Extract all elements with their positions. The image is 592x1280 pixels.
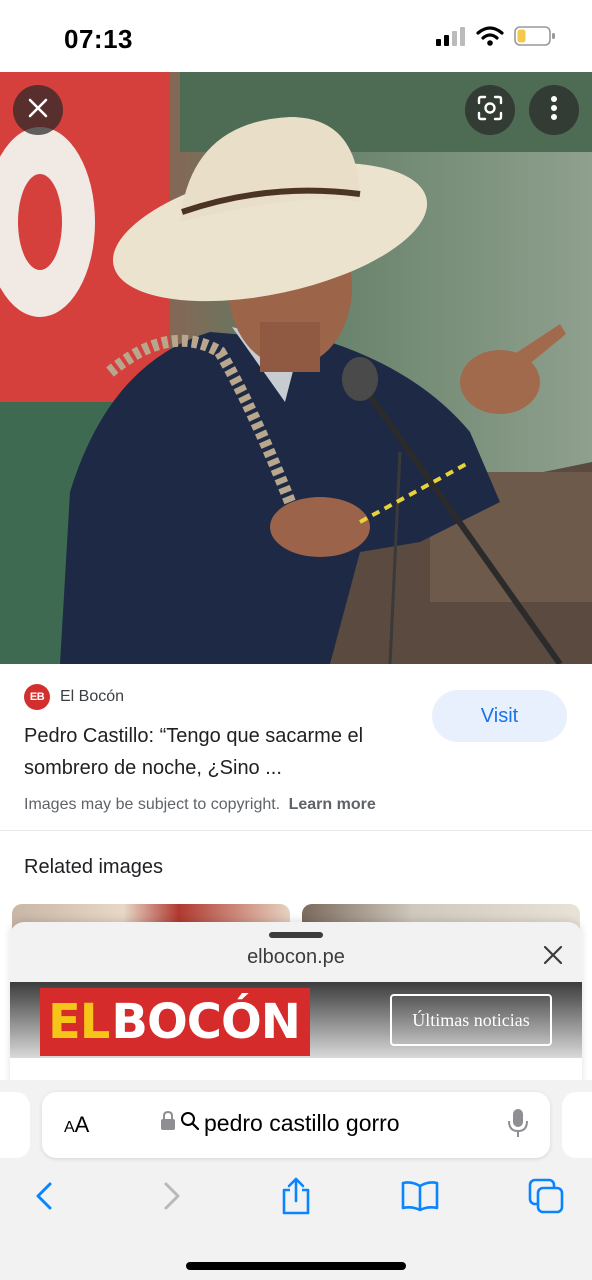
more-options-button[interactable] xyxy=(529,85,579,135)
result-title[interactable]: Pedro Castillo: “Tengo que sacarme el so… xyxy=(24,720,424,784)
next-tab-preview[interactable] xyxy=(562,1092,592,1158)
sheet-close-button[interactable] xyxy=(538,942,568,972)
signal-icon xyxy=(436,26,466,51)
more-icon xyxy=(550,95,558,126)
status-time: 07:13 xyxy=(64,24,133,54)
site-logo[interactable]: EL BOCÓN xyxy=(40,988,310,1056)
book-icon xyxy=(400,1180,440,1217)
reader-aa-button[interactable]: AA xyxy=(64,1112,89,1138)
sheet-drag-handle[interactable] xyxy=(269,932,323,938)
back-button[interactable] xyxy=(22,1176,66,1220)
close-icon xyxy=(27,97,49,124)
address-query: pedro castillo gorro xyxy=(204,1110,400,1136)
photo-illustration xyxy=(0,72,592,664)
ultimas-noticias-button[interactable]: Últimas noticias xyxy=(390,994,552,1046)
result-image[interactable] xyxy=(0,72,592,664)
site-logo-bocon: BOCÓN xyxy=(111,994,301,1050)
status-icons xyxy=(436,26,556,51)
related-images-heading: Related images xyxy=(24,856,163,878)
battery-icon xyxy=(514,26,556,51)
copyright-text: Images may be subject to copyright. xyxy=(24,796,281,813)
tabs-button[interactable] xyxy=(524,1176,568,1220)
home-indicator[interactable] xyxy=(186,1262,406,1270)
share-button[interactable] xyxy=(274,1176,318,1220)
lens-button[interactable] xyxy=(465,85,515,135)
source-name: El Bocón xyxy=(60,688,125,705)
site-logo-el: EL xyxy=(48,994,110,1050)
microphone-icon xyxy=(508,1109,528,1142)
aa-small: A xyxy=(64,1119,75,1136)
close-icon xyxy=(543,945,563,970)
lock-icon xyxy=(160,1110,176,1136)
copyright-notice: Images may be subject to copyright. Lear… xyxy=(24,796,376,814)
browser-toolbar: AA pedro castillo gorro xyxy=(0,1080,592,1280)
microphone-button[interactable] xyxy=(508,1108,528,1143)
close-button[interactable] xyxy=(13,85,63,135)
visit-button[interactable]: Visit xyxy=(432,690,567,742)
lens-icon xyxy=(477,95,503,126)
site-header-banner: EL BOCÓN Últimas noticias xyxy=(10,982,582,1058)
previous-tab-preview[interactable] xyxy=(0,1092,30,1158)
wifi-icon xyxy=(476,26,504,51)
share-icon xyxy=(280,1177,312,1220)
search-icon xyxy=(180,1111,200,1136)
chevron-right-icon xyxy=(162,1181,182,1216)
divider xyxy=(0,830,592,831)
source-logo: EB xyxy=(24,684,50,710)
address-bar[interactable]: AA pedro castillo gorro xyxy=(42,1092,550,1158)
navigation-bar xyxy=(0,1176,592,1220)
bookmarks-button[interactable] xyxy=(398,1176,442,1220)
aa-large: A xyxy=(74,1112,90,1137)
chevron-left-icon xyxy=(34,1181,54,1216)
tabs-icon xyxy=(528,1178,564,1219)
source-row[interactable]: EB El Bocón xyxy=(24,684,124,710)
sheet-domain: elbocon.pe xyxy=(247,946,345,968)
forward-button[interactable] xyxy=(150,1176,194,1220)
status-bar: 07:13 xyxy=(0,0,592,72)
learn-more-link[interactable]: Learn more xyxy=(289,796,376,813)
address-field[interactable]: pedro castillo gorro xyxy=(160,1110,400,1137)
